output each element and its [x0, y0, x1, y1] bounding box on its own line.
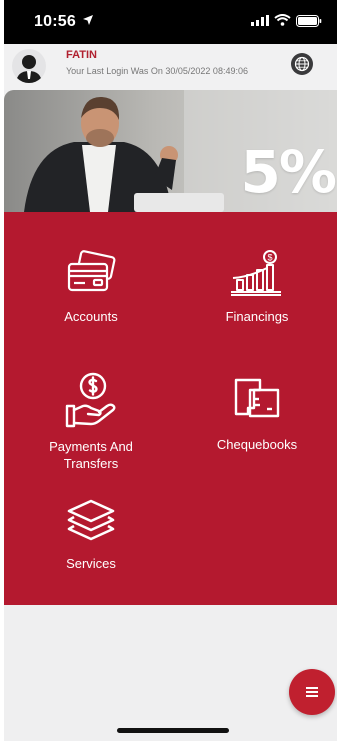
avatar[interactable]: [12, 49, 46, 83]
app-frame: 10:56 FATIN Your Last Login Was On 30/05: [4, 0, 337, 741]
language-button[interactable]: [291, 53, 313, 75]
globe-icon: [294, 56, 310, 72]
user-avatar-icon: [16, 55, 42, 83]
last-login-text: Your Last Login Was On 30/05/2022 08:49:…: [66, 66, 248, 76]
hamburger-line-3: [306, 695, 318, 697]
main-menu: Accounts $ Financings Payments And Trans…: [4, 212, 337, 605]
wifi-icon: [274, 14, 291, 26]
credit-cards-icon: [67, 250, 116, 292]
home-indicator[interactable]: [117, 728, 229, 733]
menu-label-financings: Financings: [225, 309, 289, 324]
menu-label-payments: Payments And Transfers: [8, 438, 174, 472]
menu-item-chequebooks[interactable]: Chequebooks: [174, 370, 337, 453]
hand-money-icon: [65, 372, 116, 428]
menu-label-chequebooks: Chequebooks: [216, 437, 298, 452]
menu-label-services: Services: [66, 556, 116, 571]
menu-label-accounts: Accounts: [64, 309, 118, 324]
promo-banner[interactable]: 5%: [4, 90, 337, 212]
cellular-signal-icon: [251, 15, 269, 26]
hamburger-line-2: [306, 691, 318, 693]
menu-label-payments-line1: Payments And: [49, 439, 133, 454]
status-bar: 10:56: [4, 0, 337, 44]
menu-item-payments-and-transfers[interactable]: Payments And Transfers: [8, 370, 174, 472]
menu-item-financings[interactable]: $ Financings: [174, 248, 337, 325]
menu-item-services[interactable]: Services: [8, 497, 174, 572]
floating-menu-button[interactable]: [289, 669, 335, 715]
user-name: FATIN: [66, 49, 97, 61]
location-arrow-icon: [83, 15, 93, 25]
promo-rate: 5%: [240, 138, 337, 206]
svg-text:$: $: [267, 253, 272, 263]
chequebook-icon: [234, 378, 280, 418]
menu-label-payments-line2: Transfers: [63, 456, 119, 471]
status-time: 10:56: [34, 13, 76, 30]
financing-chart-icon: $: [231, 250, 281, 296]
menu-item-accounts[interactable]: Accounts: [8, 248, 174, 325]
layers-icon: [67, 499, 115, 541]
battery-icon: [296, 15, 322, 27]
hamburger-line-1: [306, 687, 318, 689]
user-header: FATIN Your Last Login Was On 30/05/2022 …: [4, 44, 337, 90]
